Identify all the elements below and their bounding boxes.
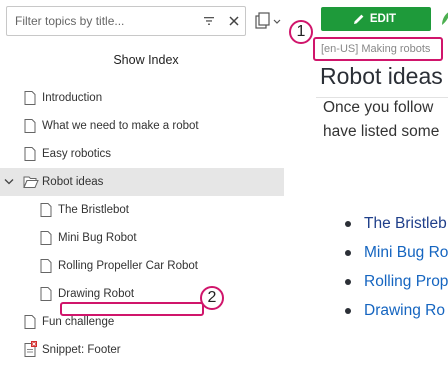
tree-item-label: Easy robotics bbox=[42, 148, 112, 160]
tree-item-label: Fun challenge bbox=[42, 316, 115, 328]
document-icon bbox=[40, 287, 52, 301]
tree-item-mini-bug-robot[interactable]: Mini Bug Robot bbox=[0, 224, 284, 252]
document-icon bbox=[40, 203, 52, 217]
bullet-dot bbox=[345, 221, 351, 227]
tree-item-robot-ideas[interactable]: Robot ideas bbox=[0, 168, 284, 196]
document-icon bbox=[40, 231, 52, 245]
tree-item-what-we-need[interactable]: What we need to make a robot bbox=[0, 112, 284, 140]
edit-button-label: EDIT bbox=[369, 13, 397, 25]
folder-open-icon bbox=[23, 176, 39, 188]
bullet-dot bbox=[345, 250, 351, 256]
tree-item-label: Drawing Robot bbox=[58, 288, 135, 300]
document-icon bbox=[24, 91, 36, 105]
pencil-icon bbox=[354, 14, 364, 24]
bullet-dot bbox=[345, 279, 351, 285]
topic-link[interactable]: Rolling Prop bbox=[364, 272, 448, 292]
filter-box bbox=[6, 6, 246, 36]
page-title: Robot ideas bbox=[320, 63, 443, 89]
snippet-icon bbox=[24, 341, 37, 357]
leaf-icon[interactable] bbox=[439, 9, 448, 27]
callout-number-1: 1 bbox=[289, 20, 313, 44]
tree-item-snippet-footer[interactable]: Snippet: Footer bbox=[0, 336, 284, 364]
tree-item-label: What we need to make a robot bbox=[42, 120, 199, 132]
topic-link[interactable]: Mini Bug Ro bbox=[364, 243, 448, 263]
tree-item-label: The Bristlebot bbox=[58, 204, 129, 216]
body-line: Once you follow bbox=[323, 99, 434, 116]
chevron-down-icon[interactable] bbox=[4, 178, 14, 186]
tree-item-introduction[interactable]: Introduction bbox=[0, 84, 284, 112]
document-icon bbox=[24, 119, 36, 133]
tree-item-rolling-propeller[interactable]: Rolling Propeller Car Robot bbox=[0, 252, 284, 280]
topic-link[interactable]: The Bristleb bbox=[364, 214, 447, 234]
callout-number-2: 2 bbox=[200, 286, 224, 310]
tree-item-easy-robotics[interactable]: Easy robotics bbox=[0, 140, 284, 168]
body-line: have listed some bbox=[323, 123, 440, 140]
tree-item-label: Rolling Propeller Car Robot bbox=[58, 260, 198, 272]
copy-options-icon[interactable] bbox=[254, 11, 284, 31]
tree-item-bristlebot[interactable]: The Bristlebot bbox=[0, 196, 284, 224]
document-icon bbox=[40, 259, 52, 273]
tree-item-label: Mini Bug Robot bbox=[58, 232, 137, 244]
clear-filter-icon[interactable] bbox=[227, 14, 241, 28]
show-index-button[interactable]: Show Index bbox=[0, 48, 292, 72]
document-icon bbox=[24, 315, 36, 329]
tree-item-label: Snippet: Footer bbox=[42, 344, 121, 356]
callout-highlight-drop-target bbox=[60, 302, 204, 316]
tree-item-label: Robot ideas bbox=[42, 176, 104, 188]
callout-highlight-breadcrumb bbox=[313, 37, 443, 61]
filter-topics-input[interactable] bbox=[7, 7, 195, 35]
filter-icon[interactable] bbox=[203, 15, 215, 27]
bullet-dot bbox=[345, 308, 351, 314]
document-icon bbox=[24, 147, 36, 161]
tree-item-label: Introduction bbox=[42, 92, 103, 104]
topic-link[interactable]: Drawing Ro bbox=[364, 301, 445, 321]
edit-button[interactable]: EDIT bbox=[321, 7, 431, 31]
